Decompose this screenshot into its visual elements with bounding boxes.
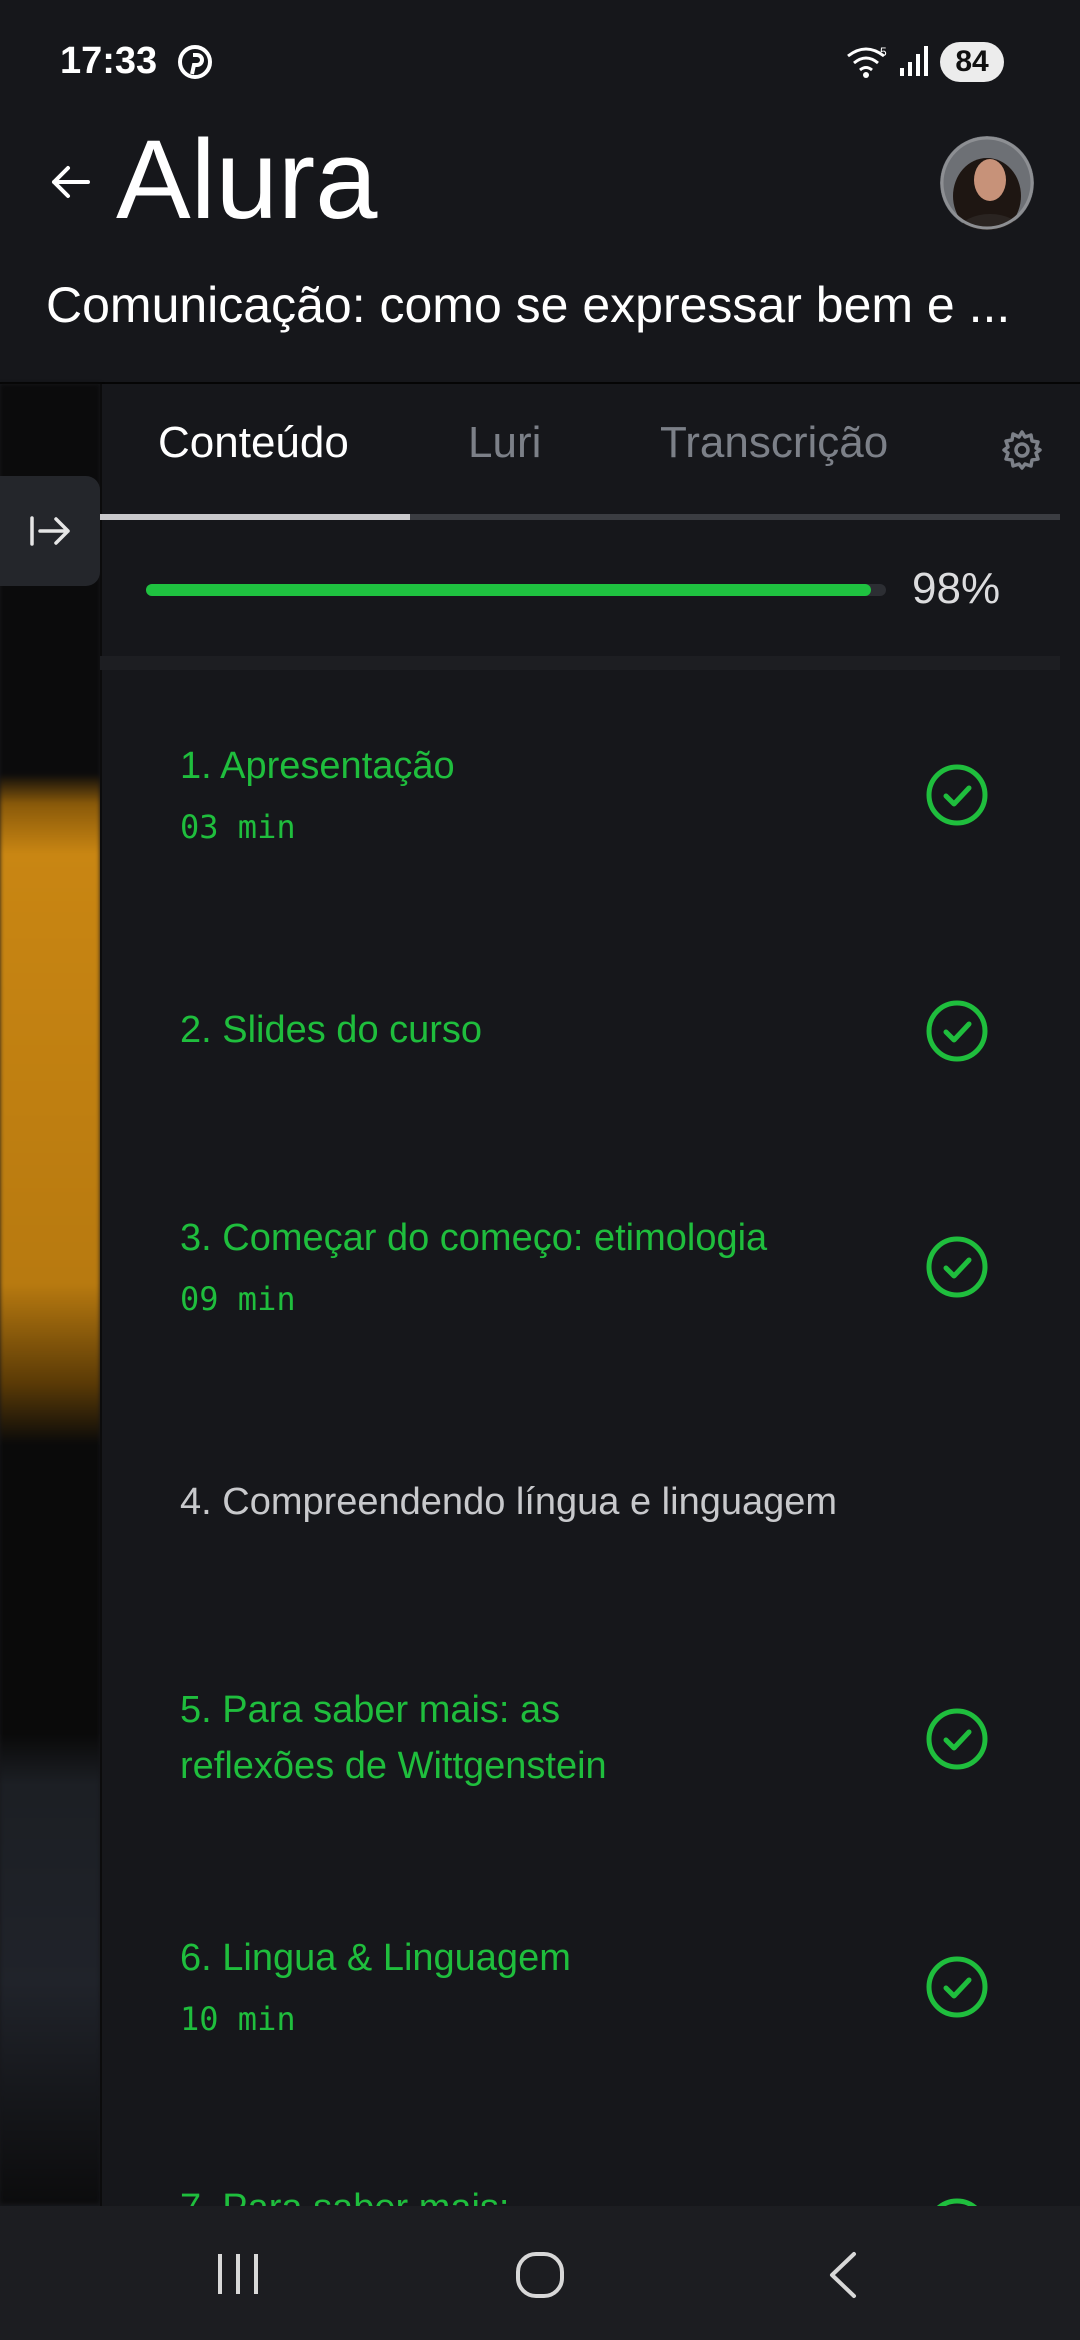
lesson-title[interactable]: 4. Compreendendo língua e linguagem xyxy=(180,1474,837,1530)
check-circle-icon xyxy=(926,1708,988,1770)
active-tab-indicator xyxy=(100,514,410,520)
alura-logo: Alura xyxy=(116,128,378,228)
video-player-preview[interactable] xyxy=(0,384,100,2204)
signal-icon xyxy=(900,46,928,76)
pinterest-icon xyxy=(178,45,212,79)
recent-apps-icon[interactable] xyxy=(214,2252,262,2296)
lesson-duration: 03 min xyxy=(180,808,296,846)
battery-indicator: 84 xyxy=(940,42,1004,82)
course-progress-fill xyxy=(146,584,872,596)
svg-text:Alura: Alura xyxy=(116,128,378,228)
status-bar: 17:33 5 84 xyxy=(0,0,1080,120)
lesson-title[interactable]: 1. Apresentação xyxy=(180,738,455,794)
lesson-duration: 10 min xyxy=(180,2000,296,2038)
wifi-icon: 5 xyxy=(847,45,887,78)
home-icon[interactable] xyxy=(514,2250,566,2300)
lesson-duration: 09 min xyxy=(180,1280,296,1318)
back-nav-icon[interactable] xyxy=(826,2250,860,2300)
check-circle-icon xyxy=(926,1956,988,2018)
status-time: 17:33 xyxy=(60,40,158,82)
course-progress-bar xyxy=(146,584,886,596)
check-circle-icon xyxy=(926,1000,988,1062)
section-divider xyxy=(100,656,1060,670)
check-circle-icon xyxy=(926,764,988,826)
avatar[interactable] xyxy=(940,136,1034,230)
back-arrow-icon[interactable] xyxy=(48,160,92,204)
svg-text:5: 5 xyxy=(880,45,887,59)
expand-right-icon xyxy=(30,516,70,546)
course-progress-label: 98% xyxy=(912,564,1001,613)
gear-icon[interactable] xyxy=(1000,428,1044,472)
course-title: Comunicação: como se expressar bem e ... xyxy=(46,277,1011,333)
lesson-title[interactable]: 2. Slides do curso xyxy=(180,1002,482,1058)
lesson-title[interactable]: 6. Lingua & Linguagem xyxy=(180,1930,571,1986)
tab-conteudo[interactable]: Conteúdo xyxy=(158,418,349,468)
tab-transcricao[interactable]: Transcrição xyxy=(660,418,888,468)
lesson-title[interactable]: 3. Começar do começo: etimologia xyxy=(180,1210,767,1266)
lesson-title[interactable]: 5. Para saber mais: as xyxy=(180,1682,560,1738)
lesson-title-line2[interactable]: reflexões de Wittgenstein xyxy=(180,1738,607,1794)
check-circle-icon xyxy=(926,1236,988,1298)
system-navigation-bar xyxy=(0,2206,1080,2340)
tab-luri[interactable]: Luri xyxy=(468,418,541,468)
